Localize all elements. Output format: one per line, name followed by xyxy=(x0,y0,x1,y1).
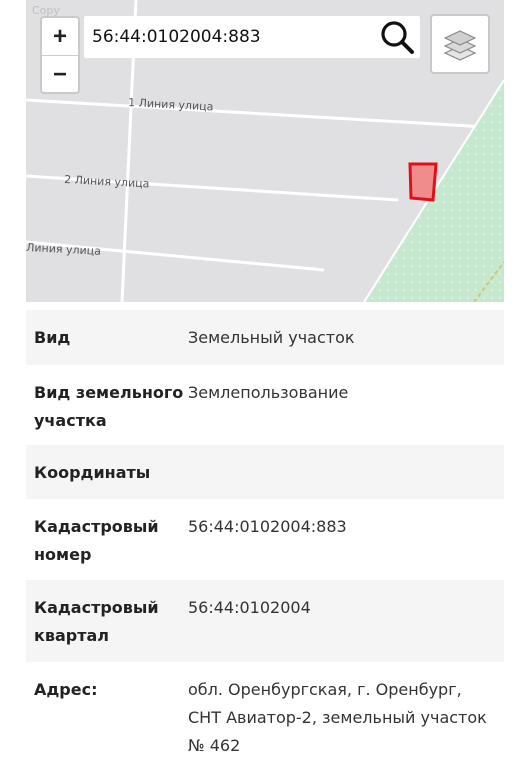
street-label-3: Линия улица xyxy=(26,241,101,258)
info-key: Адрес: xyxy=(34,680,98,699)
info-value: 56:44:0102004 xyxy=(188,598,311,617)
search-input[interactable] xyxy=(92,16,372,58)
info-key: Кадастровый квартал xyxy=(34,598,159,645)
street-label-1: 1 Линия улица xyxy=(128,96,214,113)
info-row-coordinates: Координаты xyxy=(26,445,504,499)
info-value: Землепользование xyxy=(188,383,349,402)
info-row-address: Адрес: обл. Оренбургская, г. Оренбург, С… xyxy=(26,662,504,768)
info-row-cadastral-quarter: Кадастровый квартал 56:44:0102004 xyxy=(26,580,504,662)
layers-icon xyxy=(443,30,477,61)
street-label-2: 2 Линия улица xyxy=(64,173,150,190)
zoom-in-button[interactable]: + xyxy=(42,18,78,56)
search-bar xyxy=(84,16,420,58)
parcel-outline xyxy=(408,162,438,202)
street-line-1 xyxy=(26,98,504,130)
info-row-land-type: Вид земельного участка Землепользование xyxy=(26,365,504,445)
zoom-out-button[interactable]: − xyxy=(42,56,78,93)
map[interactable]: 1 Линия улица 2 Линия улица Линия улица … xyxy=(26,0,504,302)
info-key: Координаты xyxy=(34,463,151,482)
info-row-cadastral-number: Кадастровый номер 56:44:0102004:883 xyxy=(26,499,504,580)
info-value xyxy=(188,459,494,499)
info-key: Кадастровый номер xyxy=(34,517,159,564)
info-key: Вид xyxy=(34,328,71,347)
page: 1 Линия улица 2 Линия улица Линия улица … xyxy=(0,0,530,768)
info-value: Земельный участок xyxy=(188,328,355,347)
zoom-control: + − xyxy=(40,16,80,94)
info-row-type: Вид Земельный участок xyxy=(26,310,504,365)
info-key: Вид земельного участка xyxy=(34,383,184,430)
info-value: обл. Оренбургская, г. Оренбург, СНТ Авиа… xyxy=(188,680,487,755)
info-value: 56:44:0102004:883 xyxy=(188,517,347,536)
parcel-info-table: Вид Земельный участок Вид земельного уча… xyxy=(26,310,504,768)
search-icon xyxy=(381,21,414,54)
search-button[interactable] xyxy=(378,18,418,56)
layers-button[interactable] xyxy=(430,14,490,74)
